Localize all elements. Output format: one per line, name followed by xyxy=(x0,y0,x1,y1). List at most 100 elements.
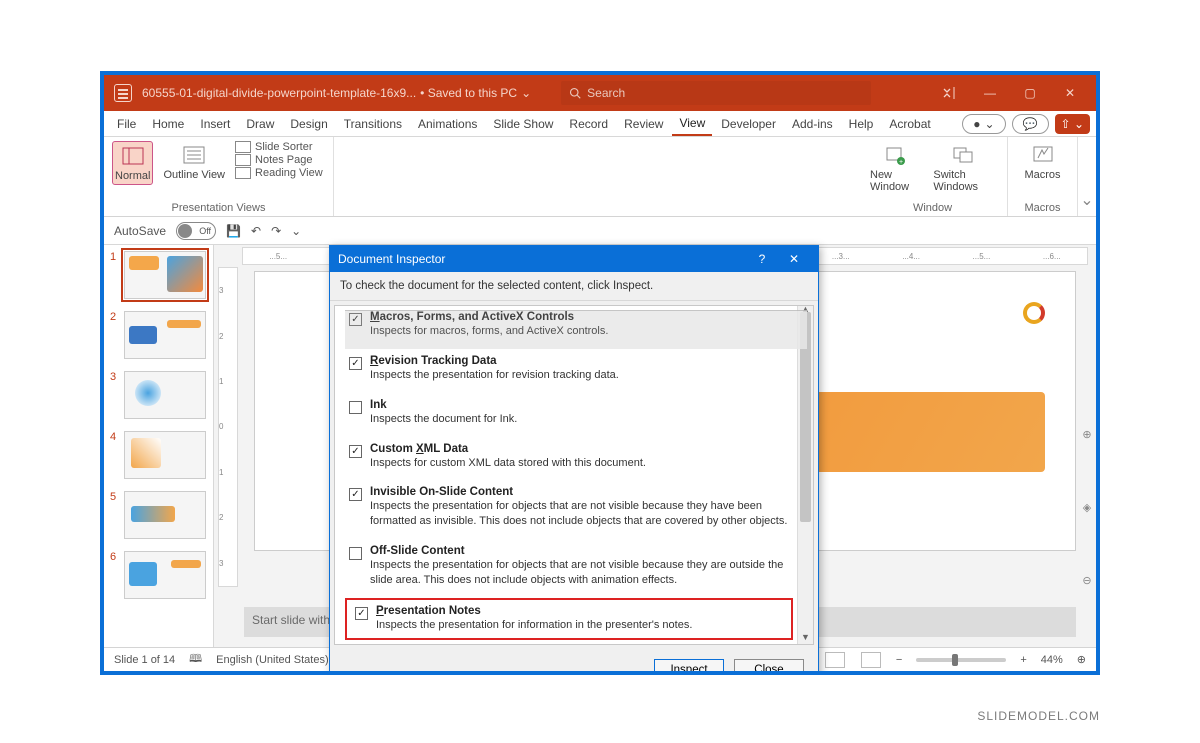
inspect-button[interactable]: Inspect xyxy=(654,659,724,675)
search-placeholder: Search xyxy=(587,86,625,100)
main-area: 1 2 3 4 5 6 ...5......4......3......2...… xyxy=(104,245,1096,647)
inspector-item-notes-highlight: ✓ Presentation Notes Inspects the presen… xyxy=(345,598,793,640)
autosave-label: AutoSave xyxy=(114,224,166,238)
checkbox-invisible[interactable]: ✓ xyxy=(349,488,362,501)
tab-review[interactable]: Review xyxy=(617,113,670,135)
slide-decor-ring xyxy=(1023,302,1045,324)
save-status: • Saved to this PC xyxy=(420,86,517,100)
notes-page-button[interactable]: Notes Page xyxy=(235,154,323,166)
fit-icon[interactable]: ◈ xyxy=(1083,501,1091,514)
tab-acrobat[interactable]: Acrobat xyxy=(882,113,937,135)
qat-overflow-icon[interactable]: ⌄ xyxy=(291,224,301,238)
dialog-close-button[interactable]: ✕ xyxy=(778,246,810,272)
inspector-item-notes: ✓ Presentation Notes Inspects the presen… xyxy=(351,603,787,635)
powerpoint-icon xyxy=(114,84,132,102)
tab-insert[interactable]: Insert xyxy=(193,113,237,135)
ribbon-tabs: File Home Insert Draw Design Transitions… xyxy=(104,111,1096,137)
autosave-toggle[interactable]: Off xyxy=(176,222,216,240)
notes-page-icon xyxy=(235,154,251,166)
slide-thumbnails-panel: 1 2 3 4 5 6 xyxy=(104,245,214,647)
tab-developer[interactable]: Developer xyxy=(714,113,783,135)
document-inspector-dialog: Document Inspector ? ✕ To check the docu… xyxy=(329,245,819,675)
tab-help[interactable]: Help xyxy=(842,113,881,135)
close-window-button[interactable]: ✕ xyxy=(1050,75,1090,111)
reading-view-button[interactable]: Reading View xyxy=(235,167,323,179)
macros-button[interactable]: Macros xyxy=(1020,141,1064,183)
inspector-item-ink: Ink Inspects the document for Ink. xyxy=(345,393,807,437)
tab-addins[interactable]: Add-ins xyxy=(785,113,840,135)
undo-icon[interactable]: ↶ xyxy=(251,224,261,238)
switch-windows-icon xyxy=(952,143,976,167)
checkbox-revision[interactable]: ✓ xyxy=(349,357,362,370)
slide-counter[interactable]: Slide 1 of 14 xyxy=(114,654,175,666)
zoom-level[interactable]: 44% xyxy=(1041,654,1063,666)
filename-chevron-icon[interactable]: ⌄ xyxy=(521,86,531,100)
ribbon-collapse-icon[interactable]: ⌄ xyxy=(1078,137,1096,216)
new-window-icon: + xyxy=(883,143,907,167)
zoom-in-button[interactable]: + xyxy=(1020,654,1026,666)
maximize-button[interactable]: ▢ xyxy=(1010,75,1050,111)
close-button[interactable]: Close xyxy=(734,659,804,675)
outline-view-icon xyxy=(182,143,206,167)
minimize-button[interactable]: — xyxy=(970,75,1010,111)
slide-thumbnail-3[interactable] xyxy=(124,371,206,419)
tab-design[interactable]: Design xyxy=(283,113,334,135)
normal-view-icon xyxy=(121,144,145,168)
spellcheck-icon[interactable]: 🕮 xyxy=(189,650,202,669)
ribbon: Normal Outline View Slide Sorter Notes P… xyxy=(104,137,1096,217)
svg-text:+: + xyxy=(899,159,903,165)
tab-file[interactable]: File xyxy=(110,113,143,135)
tab-slideshow[interactable]: Slide Show xyxy=(486,113,560,135)
slideshow-view-status-icon[interactable] xyxy=(861,652,881,668)
scroll-down-icon[interactable]: ▼ xyxy=(798,632,813,645)
zoom-out-icon[interactable]: ⊖ xyxy=(1082,574,1091,587)
checkbox-customxml[interactable]: ✓ xyxy=(349,445,362,458)
slide-sorter-button[interactable]: Slide Sorter xyxy=(235,141,323,153)
slide-thumbnail-6[interactable] xyxy=(124,551,206,599)
outline-view-button[interactable]: Outline View xyxy=(159,141,229,183)
comments-button[interactable]: 💬 xyxy=(1012,114,1049,134)
slide-thumbnail-5[interactable] xyxy=(124,491,206,539)
language-indicator[interactable]: English (United States) xyxy=(216,654,329,666)
zoom-in-icon[interactable]: ⊕ xyxy=(1082,428,1091,441)
checkbox-macros[interactable]: ✓ xyxy=(349,313,362,326)
ribbon-group-macros: Macros Macros xyxy=(1008,137,1078,216)
tab-view[interactable]: View xyxy=(672,112,712,136)
share-button[interactable]: ⇧ ⌄ xyxy=(1055,114,1090,134)
tab-home[interactable]: Home xyxy=(145,113,191,135)
checkbox-offslide[interactable] xyxy=(349,547,362,560)
slide-thumbnail-2[interactable] xyxy=(124,311,206,359)
fit-to-window-icon[interactable]: ⊕ xyxy=(1077,653,1086,666)
dialog-help-button[interactable]: ? xyxy=(746,246,778,272)
tab-animations[interactable]: Animations xyxy=(411,113,484,135)
checkbox-notes[interactable]: ✓ xyxy=(355,607,368,620)
ribbon-group-window: + New Window Switch Windows Window xyxy=(858,137,1008,216)
ribbon-options-icon[interactable] xyxy=(930,75,970,111)
slide-thumbnail-1[interactable] xyxy=(124,251,206,299)
record-dot-icon: ● xyxy=(973,117,980,131)
share-icon: ⇧ xyxy=(1061,117,1071,131)
dialog-scrollbar[interactable]: ▲ ▼ xyxy=(797,306,813,644)
macros-icon xyxy=(1031,143,1055,167)
tab-draw[interactable]: Draw xyxy=(239,113,281,135)
zoom-slider[interactable] xyxy=(916,658,1006,662)
titlebar: 60555-01-digital-divide-powerpoint-templ… xyxy=(104,75,1096,111)
document-filename: 60555-01-digital-divide-powerpoint-templ… xyxy=(142,86,416,100)
tab-record[interactable]: Record xyxy=(562,113,615,135)
checkbox-ink[interactable] xyxy=(349,401,362,414)
normal-view-button[interactable]: Normal xyxy=(112,141,153,185)
search-input[interactable]: Search xyxy=(561,81,871,105)
save-icon[interactable]: 💾 xyxy=(226,224,241,238)
camera-toggle[interactable]: ●⌄ xyxy=(962,114,1005,134)
dialog-titlebar: Document Inspector ? ✕ xyxy=(330,246,818,272)
reading-view-status-icon[interactable] xyxy=(825,652,845,668)
new-window-button[interactable]: + New Window xyxy=(866,141,923,195)
redo-icon[interactable]: ↷ xyxy=(271,224,281,238)
switch-windows-button[interactable]: Switch Windows xyxy=(929,141,999,195)
tab-transitions[interactable]: Transitions xyxy=(337,113,409,135)
slide-thumbnail-4[interactable] xyxy=(124,431,206,479)
search-icon xyxy=(569,87,581,99)
zoom-out-button[interactable]: − xyxy=(896,654,902,666)
slide-sorter-icon xyxy=(235,141,251,153)
inspector-item-revision: ✓ Revision Tracking Data Inspects the pr… xyxy=(345,349,807,393)
